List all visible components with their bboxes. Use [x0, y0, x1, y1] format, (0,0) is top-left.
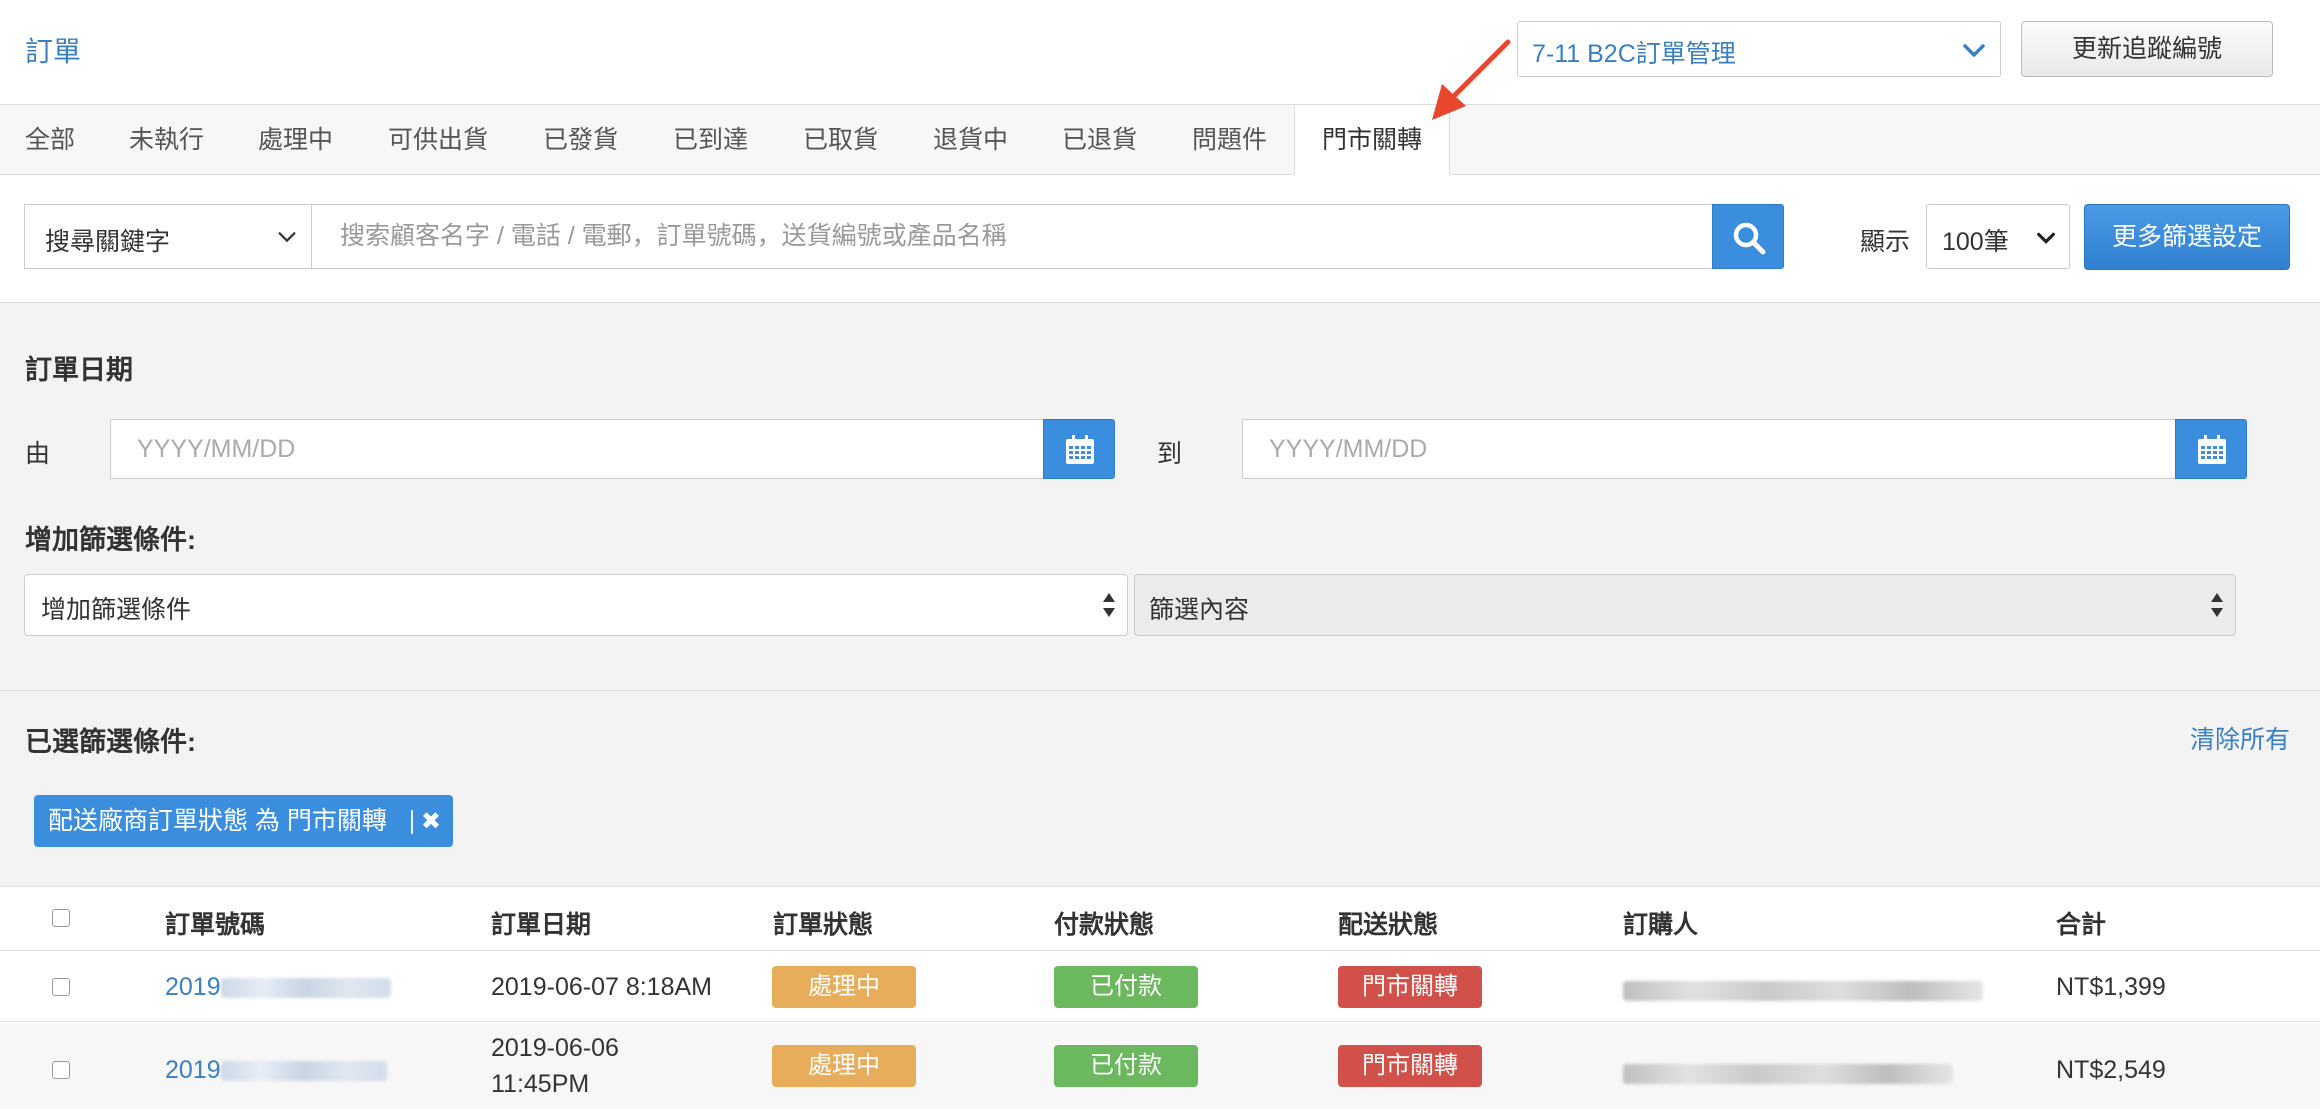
from-date-calendar-button[interactable]: [1043, 419, 1115, 479]
annotation-arrow-icon: [1432, 39, 1511, 120]
order-date-title: 訂單日期: [25, 355, 133, 385]
order-total: NT$1,399: [2056, 973, 2166, 1001]
customer-name: [1623, 1059, 1953, 1088]
calendar-icon: [2198, 435, 2226, 464]
order-number-prefix: 2019: [165, 973, 221, 1001]
column-header-payment-status[interactable]: 付款狀態: [1054, 905, 1154, 941]
tab-shipped[interactable]: 已發貨: [543, 105, 618, 175]
add-condition-title: 增加篩選條件:: [25, 525, 196, 555]
payment-status-badge: 已付款: [1054, 1045, 1198, 1087]
add-condition-select[interactable]: 增加篩選條件: [24, 574, 1128, 636]
tab-picked-up[interactable]: 已取貨: [803, 105, 878, 175]
tab-all[interactable]: 全部: [25, 105, 75, 175]
page-size-value: 100筆: [1942, 228, 2009, 256]
chevron-down-icon: [278, 232, 296, 243]
to-date-input[interactable]: YYYY/MM/DD: [1242, 419, 2176, 479]
tab-returned[interactable]: 已退貨: [1062, 105, 1137, 175]
customer-name: [1623, 976, 1983, 1005]
column-header-customer[interactable]: 訂購人: [1623, 905, 1698, 941]
more-filters-button[interactable]: 更多篩選設定: [2084, 204, 2290, 270]
order-status-badge: 處理中: [772, 1045, 916, 1087]
page-title: 訂單: [25, 36, 82, 67]
tab-ready-to-ship[interactable]: 可供出貨: [388, 105, 488, 175]
select-arrows-icon: [2211, 593, 2223, 617]
table-header: 訂單號碼 訂單日期 訂單狀態 付款狀態 配送狀態 訂購人 合計: [0, 887, 2320, 951]
filter-content-select[interactable]: 篩選內容: [1134, 574, 2236, 636]
active-filter-label: 配送廠商訂單狀態 為 門市關轉: [48, 807, 387, 835]
column-header-order-no[interactable]: 訂單號碼: [165, 905, 265, 941]
redacted-order-number: [220, 978, 391, 999]
calendar-icon: [1066, 435, 1094, 464]
redacted-order-number: [220, 1061, 387, 1082]
keyword-select[interactable]: 搜尋關鍵字: [24, 204, 312, 269]
from-date-input[interactable]: YYYY/MM/DD: [110, 419, 1044, 479]
tab-returning[interactable]: 退貨中: [933, 105, 1008, 175]
orders-table: 訂單號碼 訂單日期 訂單狀態 付款狀態 配送狀態 訂購人 合計 2019 201…: [0, 886, 2320, 1109]
keyword-select-value: 搜尋關鍵字: [45, 228, 171, 256]
select-all-checkbox[interactable]: [52, 909, 70, 927]
search-input[interactable]: 搜索顧客名字 / 電話 / 電郵，訂單號碼，送貨編號或產品名稱: [311, 204, 1713, 269]
filter-panel: 訂單日期 由 YYYY/MM/DD 到 YYYY/MM/DD 增加篩選條件: 增…: [0, 303, 2320, 886]
page-header: 訂單 7-11 B2C訂單管理 更新追蹤編號: [0, 0, 2320, 104]
tab-problem[interactable]: 問題件: [1192, 105, 1267, 175]
column-header-total[interactable]: 合計: [2056, 905, 2106, 941]
filter-content-value: 篩選內容: [1149, 596, 1250, 624]
row-checkbox[interactable]: [52, 978, 70, 996]
order-number-link[interactable]: 2019: [165, 1056, 387, 1085]
from-label: 由: [25, 440, 51, 468]
chevron-down-icon: [2037, 232, 2055, 244]
search-icon: [1733, 222, 1766, 255]
active-filter-tag: 配送廠商訂單狀態 為 門市關轉 ✖: [34, 795, 454, 848]
order-date: 2019-06-06 11:45PM: [491, 1030, 619, 1102]
order-date-line2: 11:45PM: [491, 1070, 590, 1098]
table-row[interactable]: 2019 2019-06-06 11:45PM 處理中 已付款 門市關轉 NT$2…: [0, 1023, 2320, 1109]
chevron-down-icon: [1963, 44, 1985, 57]
column-header-order-date[interactable]: 訂單日期: [491, 905, 591, 941]
update-tracking-button[interactable]: 更新追蹤編號: [2021, 21, 2273, 77]
order-date: 2019-06-07 8:18AM: [491, 973, 712, 1001]
order-status-badge: 處理中: [772, 966, 916, 1008]
order-number-prefix: 2019: [165, 1056, 221, 1084]
payment-status-badge: 已付款: [1054, 966, 1198, 1008]
select-arrows-icon: [1103, 593, 1115, 617]
status-tabs: 全部 未執行 處理中 可供出貨 已發貨 已到達 已取貨 退貨中 已退貨 問題件 …: [0, 104, 2320, 177]
redacted-customer: [1623, 981, 1983, 1002]
redacted-customer: [1623, 1064, 1953, 1085]
store-select[interactable]: 7-11 B2C訂單管理: [1517, 21, 2001, 77]
to-date-calendar-button[interactable]: [2175, 419, 2247, 479]
to-label: 到: [1157, 440, 1183, 468]
delivery-status-badge: 門市關轉: [1338, 966, 1482, 1008]
order-date-line1: 2019-06-06: [491, 1034, 619, 1062]
delivery-status-badge: 門市關轉: [1338, 1045, 1482, 1087]
divider: [0, 690, 2320, 691]
search-bar: 搜尋關鍵字 搜索顧客名字 / 電話 / 電郵，訂單號碼，送貨編號或產品名稱 顯示…: [0, 175, 2320, 303]
column-header-delivery-status[interactable]: 配送狀態: [1338, 905, 1438, 941]
order-number-link[interactable]: 2019: [165, 973, 391, 1002]
store-select-value: 7-11 B2C訂單管理: [1532, 40, 1736, 68]
clear-all-link[interactable]: 清除所有: [2190, 720, 2290, 756]
search-button[interactable]: [1712, 204, 1784, 269]
row-checkbox[interactable]: [52, 1061, 70, 1079]
tab-arrived[interactable]: 已到達: [673, 105, 748, 175]
tab-processing[interactable]: 處理中: [258, 105, 333, 175]
order-total: NT$2,549: [2056, 1056, 2166, 1084]
close-icon[interactable]: ✖: [421, 796, 441, 848]
add-condition-value: 增加篩選條件: [41, 596, 192, 624]
selected-filters-title: 已選篩選條件:: [25, 727, 196, 757]
table-row[interactable]: 2019 2019-06-07 8:18AM 處理中 已付款 門市關轉 NT$1…: [0, 952, 2320, 1022]
show-count-label: 顯示: [1860, 228, 1911, 256]
page-size-select[interactable]: 100筆: [1926, 204, 2070, 269]
column-header-order-status[interactable]: 訂單狀態: [773, 905, 873, 941]
tab-not-executed[interactable]: 未執行: [129, 105, 204, 175]
tag-separator: [410, 810, 413, 835]
